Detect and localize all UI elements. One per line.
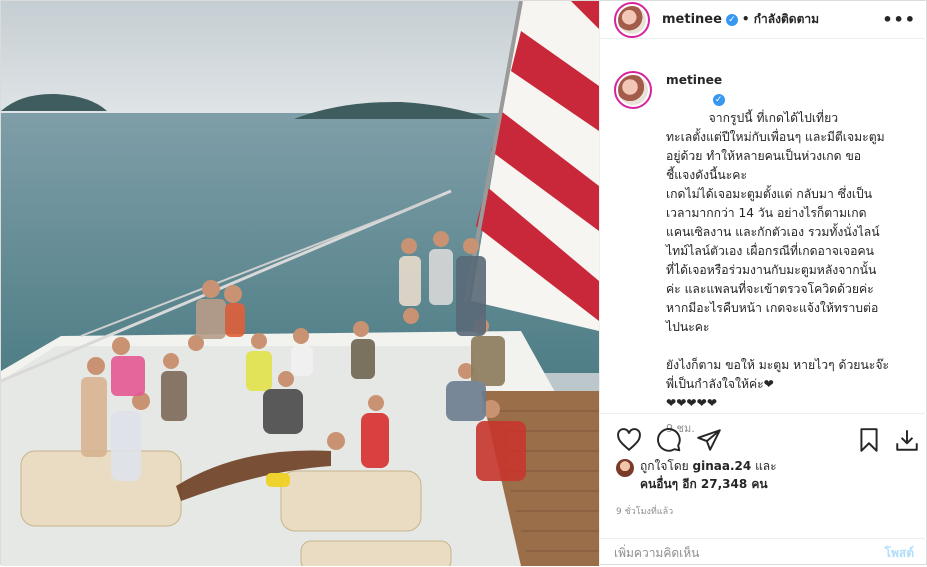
caption-verified-icon: ✓	[712, 93, 725, 106]
liker-username[interactable]: ginaa.24	[693, 459, 752, 473]
heart-icon[interactable]	[616, 427, 642, 453]
caption-block: metinee ✓ จากรูปนี้ ที่เกดได้ไปเที่ยว ทะ…	[614, 71, 916, 438]
caption-line: อยู่ด้วย ทำให้หลายคนเป็นห่วงเกด ขอ	[666, 149, 862, 163]
yacht-group-photo	[1, 1, 599, 566]
caption-line: จากรูปนี้ ที่เกดได้ไปเที่ยว	[708, 111, 839, 125]
post-header: metinee ✓ • กำลังติดตาม •••	[600, 1, 927, 39]
post-photo[interactable]	[1, 1, 599, 566]
post-comment-button[interactable]: โพสต์	[885, 544, 914, 563]
caption-line: เกดไม่ได้เจอมะตูมตั้งแต่ กลับมา ซึ่งเป็น	[666, 187, 873, 201]
caption-line: หากมีอะไรคืบหน้า เกดจะแจ้งให้ทราบต่อ	[666, 301, 879, 315]
liker-avatar[interactable]	[616, 459, 634, 477]
caption-text: metinee ✓ จากรูปนี้ ที่เกดได้ไปเที่ยว ทะ…	[666, 71, 911, 438]
likes-text: ถูกใจโดย ginaa.24 และ คนอื่นๆ อีก 27,348…	[640, 457, 777, 493]
post-timestamp[interactable]: 9 ชั่วโมงที่แล้ว	[616, 504, 673, 518]
post-side-panel: metinee ✓ • กำลังติดตาม ••• metinee ✓ จา…	[599, 1, 927, 566]
likes-prefix: ถูกใจโดย	[640, 459, 689, 473]
instagram-post-window: metinee ✓ • กำลังติดตาม ••• metinee ✓ จา…	[0, 0, 927, 566]
caption-line: พี่เป็นกำลังใจให้ค่ะ❤	[666, 377, 774, 391]
caption-line: แคนเซิลงาน และกักตัวเอง รวมทั้งนั่งไลน์	[666, 225, 880, 239]
share-icon[interactable]	[696, 427, 722, 453]
caption-line: ชี้แจงดังนี้นะคะ	[666, 168, 747, 182]
avatar[interactable]	[614, 1, 650, 38]
caption-line: เวลามากกว่า 14 วัน อย่างไรก็ตามเกด	[666, 206, 867, 220]
likes-and: และ	[755, 459, 777, 473]
caption-avatar[interactable]	[614, 71, 652, 109]
caption-line: ไทม์ไลน์ตัวเอง เผื่อกรณีที่เกดอาจเจอคน	[666, 244, 874, 258]
download-icon[interactable]	[894, 427, 920, 453]
caption-line: ไปนะคะ	[666, 320, 710, 334]
comment-input[interactable]: เพิ่มความคิดเห็น	[614, 544, 699, 563]
caption-line: ทะเลตั้งแต่ปีใหม่กับเพื่อนๆ และมีตีเจมะต…	[666, 130, 885, 144]
more-options-icon[interactable]: •••	[882, 10, 916, 29]
comment-bar: เพิ่มความคิดเห็น โพสต์	[600, 538, 927, 567]
caption-line: ยังไงก็ตาม ขอให้ มะตูม หายไวๆ ด้วยนะจ๊ะ	[666, 358, 890, 372]
comment-icon[interactable]	[656, 427, 682, 453]
caption-line: ❤❤❤❤❤	[666, 396, 718, 410]
caption-line: ค่ะ และแพลนที่จะเข้าตรวจโควิดด้วยค่ะ	[666, 282, 874, 296]
following-status[interactable]: • กำลังติดตาม	[742, 10, 819, 29]
likes-others-count[interactable]: คนอื่นๆ อีก 27,348 คน	[640, 477, 768, 491]
caption-username[interactable]: metinee	[666, 73, 722, 87]
bookmark-icon[interactable]	[856, 427, 882, 453]
caption-line	[666, 337, 911, 356]
likes-summary: ถูกใจโดย ginaa.24 และ คนอื่นๆ อีก 27,348…	[616, 457, 777, 493]
verified-badge-icon: ✓	[725, 13, 738, 26]
caption-line: ที่ได้เจอหรือร่วมงานกับมะตูมหลังจากนั้น	[666, 263, 877, 277]
username-link[interactable]: metinee	[662, 12, 722, 27]
